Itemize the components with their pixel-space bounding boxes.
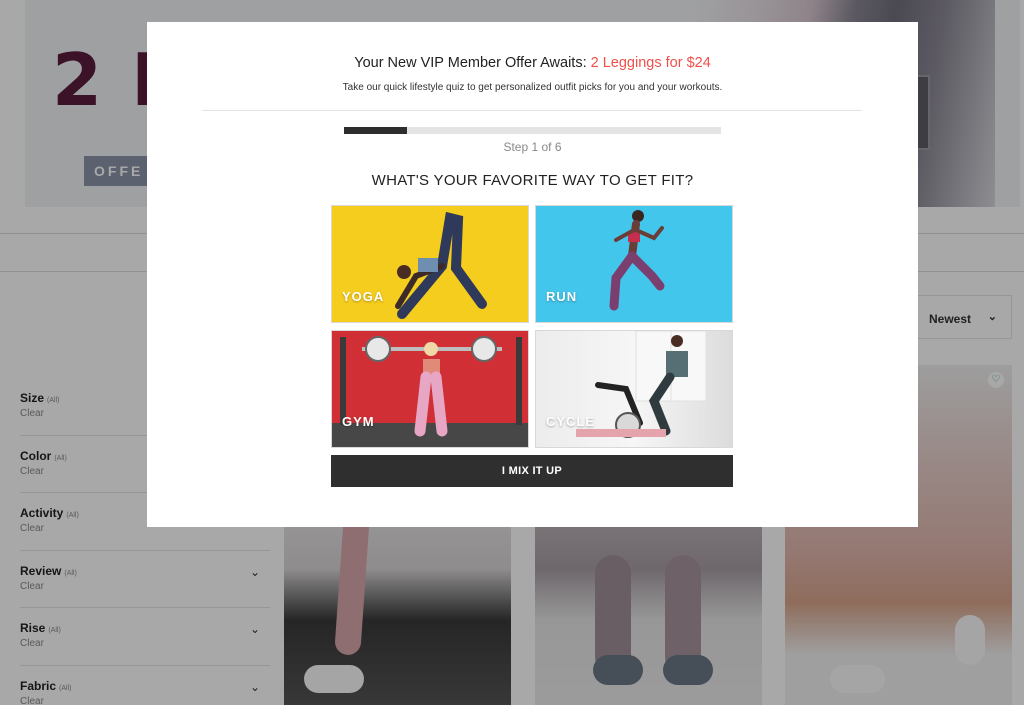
modal-title-offer: 2 Leggings for $24 [590, 55, 711, 71]
modal-title: Your New VIP Member Offer Awaits: 2 Legg… [147, 55, 918, 71]
step-indicator: Step 1 of 6 [503, 140, 562, 154]
progress-fill [344, 127, 407, 134]
choice-gym[interactable]: GYM [331, 330, 529, 448]
yoga-illustration [395, 211, 487, 319]
choice-label: YOGA [342, 289, 385, 304]
choice-label: CYCLE [546, 414, 596, 429]
run-illustration [609, 210, 665, 311]
gym-illustration [332, 336, 528, 447]
choice-yoga[interactable]: YOGA [331, 205, 529, 323]
choice-cycle[interactable]: CYCLE [535, 330, 733, 448]
modal-title-prefix: Your New VIP Member Offer Awaits: [354, 55, 591, 71]
choice-label: GYM [342, 414, 375, 429]
cycle-illustration [576, 331, 707, 438]
quiz-progress-bar [344, 127, 721, 134]
choice-label: RUN [546, 289, 578, 304]
mix-it-up-button[interactable]: I MIX IT UP [331, 455, 733, 487]
quiz-question: WHAT'S YOUR FAVORITE WAY TO GET FIT? [371, 172, 694, 189]
choice-run[interactable]: RUN [535, 205, 733, 323]
quiz-modal: Your New VIP Member Offer Awaits: 2 Legg… [147, 22, 918, 527]
modal-subtitle: Take our quick lifestyle quiz to get per… [342, 82, 723, 93]
divider [202, 110, 862, 111]
